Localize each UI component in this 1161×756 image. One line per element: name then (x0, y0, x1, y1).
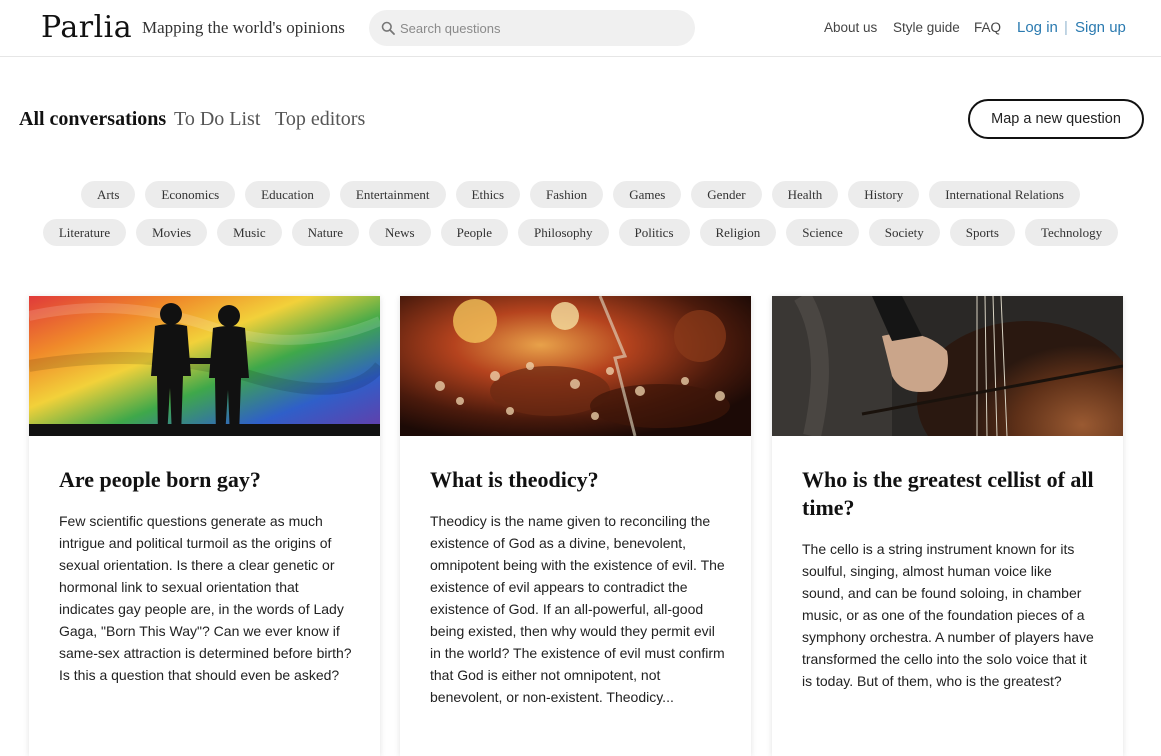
search-bar[interactable] (369, 10, 695, 46)
tab-to-do-list[interactable]: To Do List (174, 106, 260, 132)
category-row-2: Literature Movies Music Nature News Peop… (0, 219, 1161, 246)
category-chip[interactable]: Politics (618, 219, 690, 246)
category-chip[interactable]: Science (786, 219, 859, 246)
card-image-painting (400, 296, 751, 436)
category-chip[interactable]: History (848, 181, 920, 208)
category-chip[interactable]: Literature (42, 219, 127, 246)
nav-about-us[interactable]: About us (824, 18, 877, 38)
category-chip[interactable]: Economics (145, 181, 236, 208)
site-tagline: Mapping the world's opinions (142, 18, 345, 37)
nav-faq[interactable]: FAQ (974, 18, 1001, 38)
nav-style-guide[interactable]: Style guide (893, 18, 960, 38)
card-title[interactable]: Are people born gay? (59, 466, 354, 494)
card-excerpt: The cello is a string instrument known f… (802, 541, 1094, 689)
card-image-pride-flag (29, 296, 380, 436)
site-header: Parlia Mapping the world's opinions Abou… (0, 0, 1161, 57)
category-chip[interactable]: Gender (691, 181, 762, 208)
card-title[interactable]: What is theodicy? (430, 466, 725, 494)
category-chip[interactable]: Society (868, 219, 940, 246)
search-input[interactable] (400, 10, 680, 46)
category-chip[interactable]: International Relations (929, 181, 1080, 208)
category-chip[interactable]: Philosophy (517, 219, 609, 246)
category-chip[interactable]: Technology (1024, 219, 1119, 246)
card-image-cellist (772, 296, 1123, 436)
category-chip[interactable]: Health (771, 181, 839, 208)
category-chip[interactable]: Religion (699, 219, 777, 246)
map-new-question-button[interactable]: Map a new question (968, 99, 1144, 139)
signup-link[interactable]: Sign up (1075, 17, 1126, 39)
tab-top-editors[interactable]: Top editors (275, 106, 365, 132)
category-chip[interactable]: Music (217, 219, 282, 246)
question-card[interactable]: Who is the greatest cellist of all time?… (772, 296, 1123, 756)
category-chip[interactable]: Fashion (530, 181, 604, 208)
category-chip[interactable]: Games (613, 181, 682, 208)
site-logo[interactable]: Parlia (41, 8, 132, 48)
category-chip[interactable]: Entertainment (339, 181, 446, 208)
category-chip[interactable]: Arts (81, 181, 136, 208)
category-chip[interactable]: Movies (136, 219, 208, 246)
tab-all-conversations[interactable]: All conversations (19, 106, 166, 132)
category-chip[interactable]: Sports (949, 219, 1015, 246)
auth-separator: | (1064, 19, 1068, 36)
category-chip[interactable]: Nature (291, 219, 359, 246)
search-icon (381, 21, 395, 35)
card-title[interactable]: Who is the greatest cellist of all time? (802, 466, 1097, 522)
category-chip[interactable]: Ethics (455, 181, 521, 208)
question-card[interactable]: Are people born gay? Few scientific ques… (29, 296, 380, 756)
category-chip[interactable]: News (368, 219, 431, 246)
category-chip[interactable]: People (440, 219, 508, 246)
login-link[interactable]: Log in (1017, 17, 1058, 39)
category-chip[interactable]: Education (245, 181, 330, 208)
card-excerpt: Theodicy is the name given to reconcilin… (430, 513, 725, 705)
card-excerpt: Few scientific questions generate as muc… (59, 513, 352, 683)
question-card[interactable]: What is theodicy? Theodicy is the name g… (400, 296, 751, 756)
category-row-1: Arts Economics Education Entertainment E… (0, 181, 1161, 208)
